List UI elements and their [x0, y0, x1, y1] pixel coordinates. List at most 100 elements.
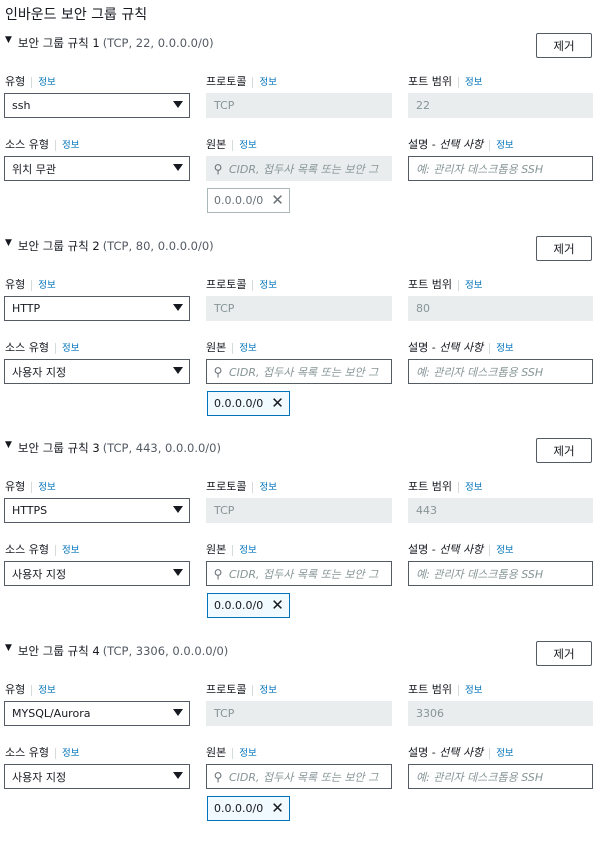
info-link[interactable]: 정보	[31, 482, 56, 493]
source-search-input: ⚲ CIDR, 접두사 목록 또는 보안 그	[206, 156, 392, 181]
rule-name: 보안 그룹 규칙 4	[17, 644, 100, 658]
cidr-token: 0.0.0.0/0 ✕	[207, 593, 290, 618]
info-link[interactable]: 정보	[252, 280, 277, 291]
protocol-label: 프로토콜 정보	[206, 278, 277, 291]
info-link[interactable]: 정보	[31, 77, 56, 88]
close-icon: ✕	[271, 191, 284, 209]
port-range-label: 포트 범위 정보	[408, 480, 483, 493]
info-link[interactable]: 정보	[252, 77, 277, 88]
source-type-select[interactable]: 위치 무관	[4, 156, 190, 181]
info-link[interactable]: 정보	[54, 140, 80, 151]
close-icon[interactable]: ✕	[271, 598, 284, 613]
source-type-select[interactable]: 사용자 지정	[4, 561, 190, 586]
dropdown-arrow-icon	[173, 569, 183, 576]
info-link[interactable]: 정보	[252, 685, 277, 696]
rule-header[interactable]: ▼ 보안 그룹 규칙 3 (TCP, 443, 0.0.0.0/0)	[5, 440, 221, 456]
source-type-label: 소스 유형 정보	[5, 746, 80, 759]
info-link[interactable]: 정보	[54, 343, 80, 354]
info-link[interactable]: 정보	[457, 77, 483, 88]
security-group-rule: ▼ 보안 그룹 규칙 4 (TCP, 3306, 0.0.0.0/0) 제거 유…	[0, 641, 607, 841]
description-label: 설명 - 선택 사항 정보	[408, 138, 514, 151]
info-link[interactable]: 정보	[489, 748, 514, 759]
description-input[interactable]: 예: 관리자 데스크톱용 SSH	[408, 764, 593, 789]
type-select[interactable]: ssh	[4, 93, 190, 118]
port-range-label: 포트 범위 정보	[408, 278, 483, 291]
dropdown-arrow-icon	[173, 164, 183, 171]
caret-down-icon[interactable]: ▼	[5, 440, 12, 450]
protocol-field: TCP	[206, 498, 392, 523]
cidr-token: 0.0.0.0/0 ✕	[207, 391, 290, 416]
info-link[interactable]: 정보	[54, 545, 80, 556]
info-link[interactable]: 정보	[232, 748, 257, 759]
type-label: 유형 정보	[5, 75, 56, 88]
type-select[interactable]: HTTP	[4, 296, 190, 321]
type-select[interactable]: HTTPS	[4, 498, 190, 523]
cidr-token: 0.0.0.0/0 ✕	[207, 188, 290, 213]
dropdown-arrow-icon	[173, 304, 183, 311]
security-group-rule: ▼ 보안 그룹 규칙 2 (TCP, 80, 0.0.0.0/0) 제거 유형 정…	[0, 236, 607, 436]
source-label: 원본 정보	[206, 543, 257, 556]
remove-button[interactable]: 제거	[536, 33, 592, 58]
security-group-rule: ▼ 보안 그룹 규칙 3 (TCP, 443, 0.0.0.0/0) 제거 유형…	[0, 438, 607, 638]
source-type-select[interactable]: 사용자 지정	[4, 359, 190, 384]
protocol-label: 프로토콜 정보	[206, 75, 277, 88]
info-link[interactable]: 정보	[232, 343, 257, 354]
caret-down-icon[interactable]: ▼	[5, 643, 12, 653]
rule-name: 보안 그룹 규칙 1	[17, 36, 100, 50]
info-link[interactable]: 정보	[489, 545, 514, 556]
rule-name: 보안 그룹 규칙 2	[17, 239, 100, 253]
description-input[interactable]: 예: 관리자 데스크톱용 SSH	[408, 359, 593, 384]
rule-header[interactable]: ▼ 보안 그룹 규칙 2 (TCP, 80, 0.0.0.0/0)	[5, 238, 214, 254]
port-range-field: 22	[408, 93, 593, 118]
info-link[interactable]: 정보	[31, 280, 56, 291]
info-link[interactable]: 정보	[457, 280, 483, 291]
remove-button[interactable]: 제거	[536, 438, 592, 463]
port-range-label: 포트 범위 정보	[408, 75, 483, 88]
description-input[interactable]: 예: 관리자 데스크톱용 SSH	[408, 561, 593, 586]
source-type-select[interactable]: 사용자 지정	[4, 764, 190, 789]
remove-button[interactable]: 제거	[536, 236, 592, 261]
port-range-field: 3306	[408, 701, 593, 726]
info-link[interactable]: 정보	[457, 685, 483, 696]
source-search-input[interactable]: ⚲ CIDR, 접두사 목록 또는 보안 그	[206, 359, 392, 384]
dropdown-arrow-icon	[173, 506, 183, 513]
info-link[interactable]: 정보	[489, 140, 514, 151]
caret-down-icon[interactable]: ▼	[5, 238, 12, 248]
info-link[interactable]: 정보	[31, 685, 56, 696]
protocol-field: TCP	[206, 296, 392, 321]
protocol-field: TCP	[206, 701, 392, 726]
description-input[interactable]: 예: 관리자 데스크톱용 SSH	[408, 156, 593, 181]
description-label: 설명 - 선택 사항 정보	[408, 543, 514, 556]
caret-down-icon[interactable]: ▼	[5, 35, 12, 45]
rule-header[interactable]: ▼ 보안 그룹 규칙 4 (TCP, 3306, 0.0.0.0/0)	[5, 643, 228, 659]
section-title: 인바운드 보안 그룹 규칙	[5, 7, 148, 23]
info-link[interactable]: 정보	[489, 343, 514, 354]
type-label: 유형 정보	[5, 278, 56, 291]
info-link[interactable]: 정보	[252, 482, 277, 493]
search-icon: ⚲	[213, 566, 223, 581]
close-icon[interactable]: ✕	[271, 801, 284, 816]
remove-button[interactable]: 제거	[536, 641, 592, 666]
info-link[interactable]: 정보	[232, 545, 257, 556]
rule-header[interactable]: ▼ 보안 그룹 규칙 1 (TCP, 22, 0.0.0.0/0)	[5, 35, 214, 51]
protocol-label: 프로토콜 정보	[206, 480, 277, 493]
source-search-input[interactable]: ⚲ CIDR, 접두사 목록 또는 보안 그	[206, 561, 392, 586]
protocol-label: 프로토콜 정보	[206, 683, 277, 696]
rule-name: 보안 그룹 규칙 3	[17, 441, 100, 455]
close-icon[interactable]: ✕	[271, 396, 284, 411]
security-group-rule: ▼ 보안 그룹 규칙 1 (TCP, 22, 0.0.0.0/0) 제거 유형 정…	[0, 33, 607, 233]
info-link[interactable]: 정보	[457, 482, 483, 493]
type-select[interactable]: MYSQL/Aurora	[4, 701, 190, 726]
type-label: 유형 정보	[5, 683, 56, 696]
info-link[interactable]: 정보	[232, 140, 257, 151]
info-link[interactable]: 정보	[54, 748, 80, 759]
port-range-label: 포트 범위 정보	[408, 683, 483, 696]
protocol-field: TCP	[206, 93, 392, 118]
rule-detail: (TCP, 3306, 0.0.0.0/0)	[102, 644, 229, 658]
search-icon: ⚲	[213, 769, 223, 784]
description-label: 설명 - 선택 사항 정보	[408, 341, 514, 354]
source-label: 원본 정보	[206, 341, 257, 354]
source-type-label: 소스 유형 정보	[5, 341, 80, 354]
rule-detail: (TCP, 443, 0.0.0.0/0)	[102, 441, 221, 455]
source-search-input[interactable]: ⚲ CIDR, 접두사 목록 또는 보안 그	[206, 764, 392, 789]
